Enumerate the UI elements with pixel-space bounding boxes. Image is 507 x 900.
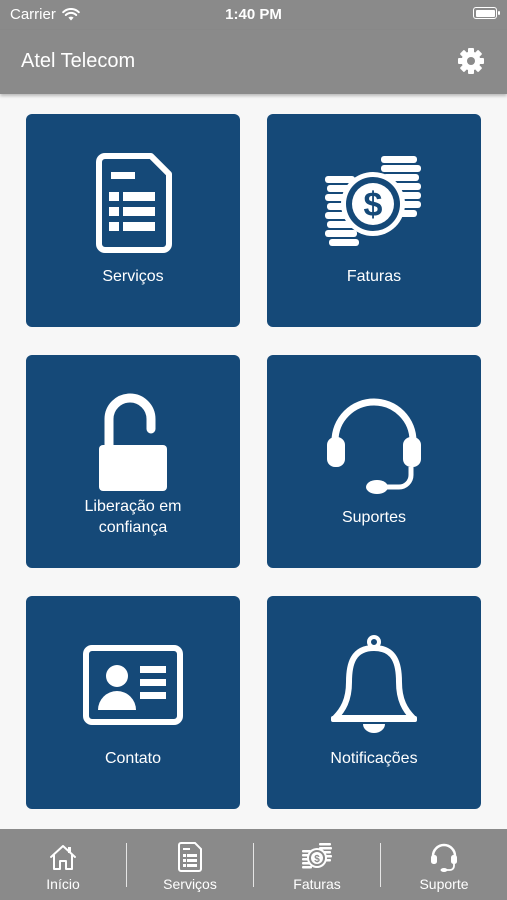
tile-label: Suportes [341, 509, 407, 526]
headset-icon [327, 398, 421, 494]
coins-icon: $ [302, 843, 332, 869]
home-icon [50, 845, 76, 870]
tab-servicos[interactable]: Serviços [127, 829, 253, 900]
tile-suportes[interactable]: Suportes [267, 355, 481, 568]
tab-label: Serviços [163, 876, 217, 892]
tile-label: Faturas [346, 268, 402, 285]
tile-notificacoes[interactable]: Notificações [267, 596, 481, 809]
tab-bar: Início Serviços $ Faturas Suporte [0, 829, 507, 900]
gear-icon[interactable] [457, 47, 485, 75]
svg-text:$: $ [364, 186, 383, 224]
unlock-icon [99, 393, 167, 491]
status-bar: Carrier 1:40 PM [0, 0, 507, 30]
tile-label: Serviços [102, 268, 164, 285]
tab-label: Suporte [419, 876, 469, 892]
battery-icon [473, 7, 500, 19]
tile-liberacao-em-confianca[interactable]: Liberação em confiança [26, 355, 240, 568]
coins-icon: $ [325, 156, 421, 246]
svg-text:$: $ [314, 854, 320, 865]
headset-icon [431, 843, 457, 872]
tile-contato[interactable]: Contato [26, 596, 240, 809]
bell-icon [331, 635, 417, 733]
tile-label: Notificações [330, 750, 418, 767]
tab-inicio[interactable]: Início [0, 829, 126, 900]
tab-label: Faturas [293, 876, 341, 892]
tile-faturas[interactable]: $ Faturas [267, 114, 481, 327]
app-header: Atel Telecom [0, 30, 507, 94]
document-icon [96, 153, 172, 253]
tab-faturas[interactable]: $ Faturas [254, 829, 380, 900]
tab-suporte[interactable]: Suporte [381, 829, 507, 900]
document-icon [178, 842, 202, 872]
tab-label: Início [46, 876, 80, 892]
page-title: Atel Telecom [21, 50, 136, 72]
clock: 1:40 PM [225, 6, 282, 23]
tile-label: Liberação em confiança [84, 498, 182, 536]
contact-card-icon [83, 645, 183, 725]
tile-servicos[interactable]: Serviços [26, 114, 240, 327]
tile-label: Contato [104, 750, 162, 767]
